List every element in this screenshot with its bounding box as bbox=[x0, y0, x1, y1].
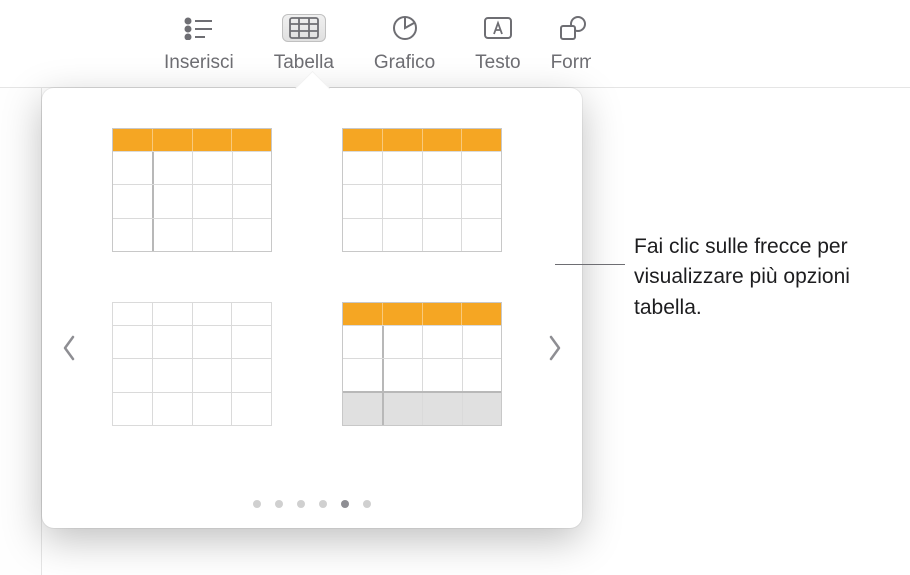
table-styles-popover bbox=[42, 88, 582, 528]
page-dot[interactable] bbox=[253, 500, 261, 508]
table-preview bbox=[342, 302, 502, 426]
chart-pie-icon bbox=[383, 14, 427, 42]
table-preview bbox=[112, 302, 272, 426]
previous-page-arrow[interactable] bbox=[54, 323, 84, 373]
shape-icon bbox=[551, 14, 591, 42]
page-dot[interactable] bbox=[363, 500, 371, 508]
toolbar-label: Testo bbox=[475, 52, 520, 74]
table-style-option[interactable] bbox=[342, 302, 502, 426]
toolbar-insert[interactable]: Inserisci bbox=[144, 14, 254, 74]
toolbar: Inserisci Tabella Grafico bbox=[0, 0, 910, 88]
page-dot[interactable] bbox=[319, 500, 327, 508]
toolbar-shape[interactable]: Forma bbox=[541, 14, 591, 74]
text-box-icon bbox=[476, 14, 520, 42]
next-page-arrow[interactable] bbox=[540, 323, 570, 373]
insert-list-icon bbox=[177, 14, 221, 42]
toolbar-text[interactable]: Testo bbox=[455, 14, 540, 74]
toolbar-table[interactable]: Tabella bbox=[254, 14, 354, 74]
document-gutter bbox=[0, 88, 42, 575]
toolbar-label: Forma bbox=[551, 52, 591, 74]
table-icon bbox=[282, 14, 326, 42]
table-style-option[interactable] bbox=[342, 128, 502, 252]
callout-line bbox=[555, 264, 625, 265]
page-dot[interactable] bbox=[297, 500, 305, 508]
page-dot[interactable] bbox=[275, 500, 283, 508]
pagination-dots bbox=[253, 500, 371, 508]
page-dot[interactable] bbox=[341, 500, 349, 508]
toolbar-label: Grafico bbox=[374, 52, 435, 74]
table-preview bbox=[342, 128, 502, 252]
toolbar-chart[interactable]: Grafico bbox=[354, 14, 455, 74]
table-style-option[interactable] bbox=[112, 128, 272, 252]
table-preview bbox=[112, 128, 272, 252]
table-style-option[interactable] bbox=[112, 302, 272, 426]
table-styles-grid bbox=[92, 128, 532, 426]
callout-text: Fai clic sulle frecce per visualizzare p… bbox=[634, 232, 910, 323]
toolbar-label: Inserisci bbox=[164, 52, 234, 74]
toolbar-label: Tabella bbox=[274, 52, 334, 74]
